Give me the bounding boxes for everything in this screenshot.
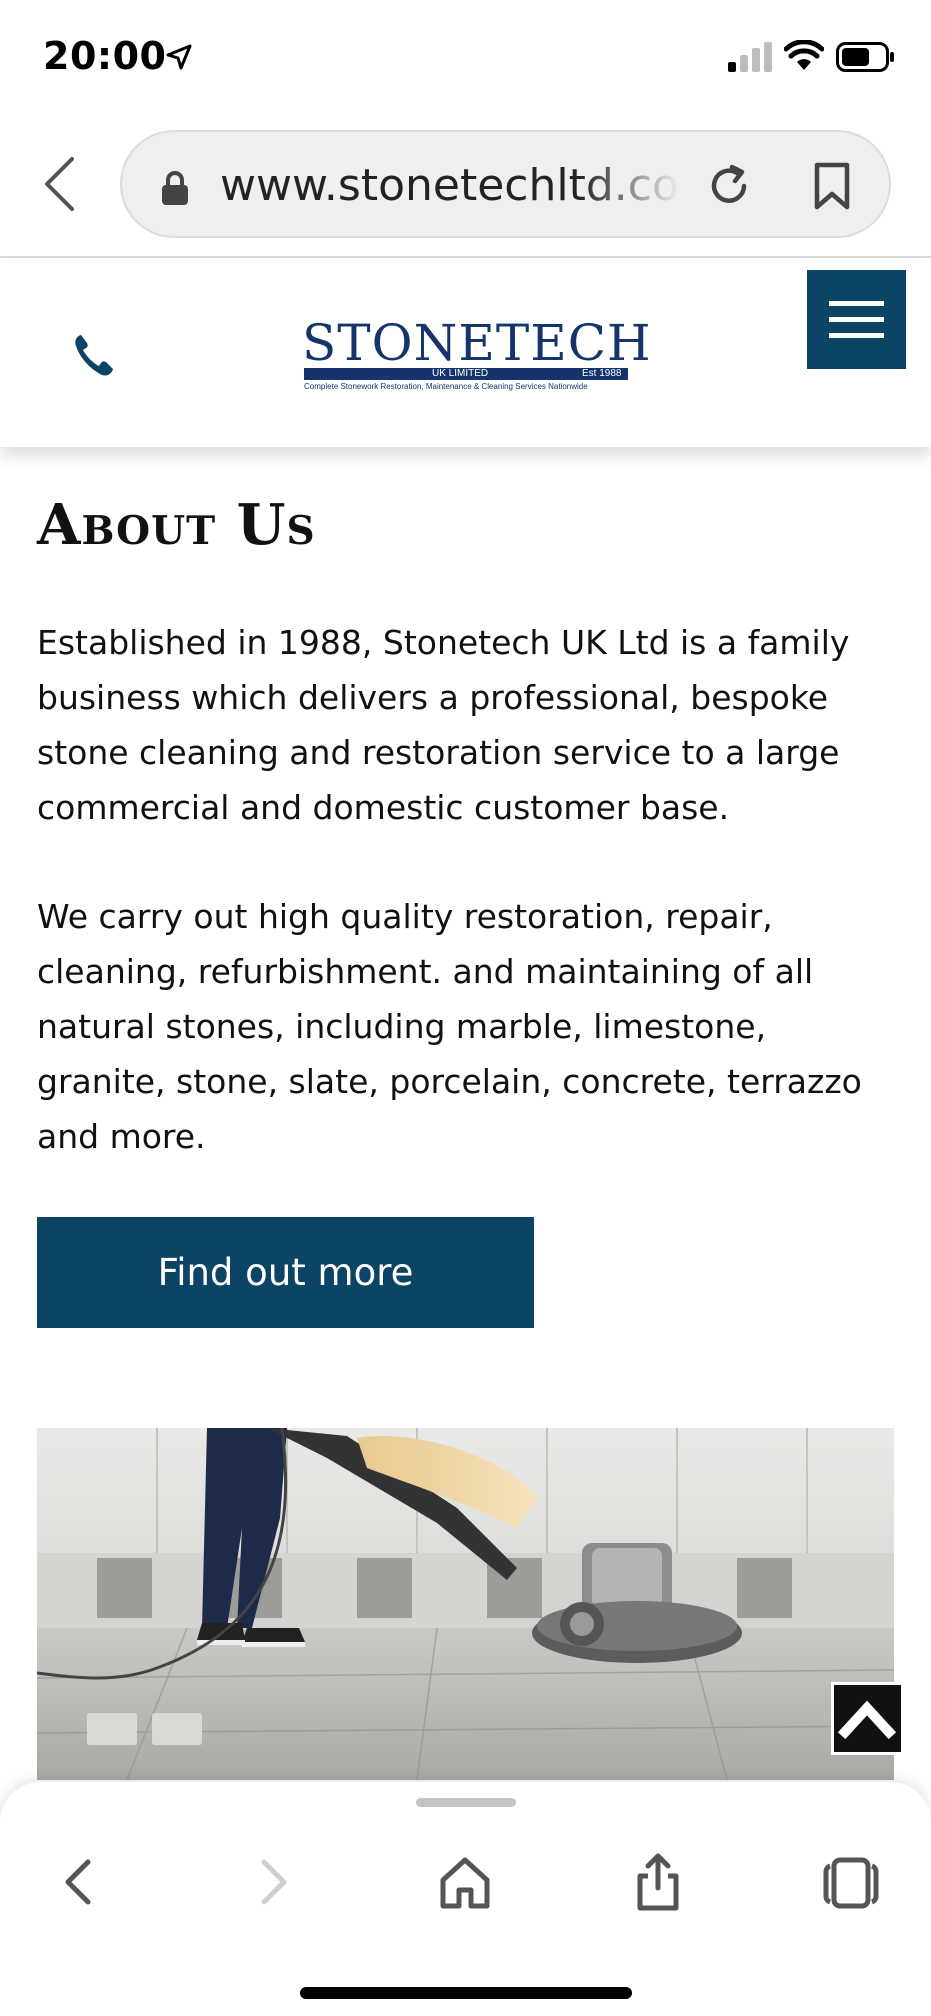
scroll-to-top-button[interactable]	[831, 1682, 904, 1755]
find-out-more-button[interactable]: Find out more	[37, 1217, 534, 1328]
battery-icon	[836, 42, 894, 72]
reload-icon[interactable]	[707, 164, 751, 208]
signal-icon	[728, 42, 772, 72]
lock-icon	[162, 171, 188, 205]
status-time: 20:00	[43, 34, 167, 78]
forward-icon	[261, 1859, 287, 1905]
status-bar: 20:00	[0, 0, 931, 115]
page-title: About Us	[37, 492, 316, 558]
share-icon[interactable]	[628, 1852, 688, 1912]
home-icon[interactable]	[435, 1852, 495, 1912]
stonetech-logo[interactable]: STONETECH UK LIMITED Est 1988 Complete S…	[302, 314, 652, 392]
url-field[interactable]: www.stonetechltd.com	[120, 130, 891, 238]
home-indicator[interactable]	[300, 1987, 632, 1999]
hamburger-menu-button[interactable]	[807, 270, 906, 369]
browser-bottom-toolbar	[0, 1782, 931, 2016]
logo-wordmark: STONETECH	[302, 314, 652, 372]
logo-est: Est 1988	[582, 368, 622, 379]
logo-uk-limited: UK LIMITED	[432, 368, 489, 379]
site-header: STONETECH UK LIMITED Est 1988 Complete S…	[0, 260, 931, 447]
url-text: www.stonetechltd.com	[220, 160, 680, 211]
about-paragraph-2: We carry out high quality restoration, r…	[37, 897, 862, 1156]
location-arrow-icon	[166, 44, 192, 70]
about-paragraph-1: Established in 1988, Stonetech UK Ltd is…	[37, 623, 850, 827]
tabs-icon[interactable]	[820, 1852, 880, 1912]
browser-address-bar: www.stonetechltd.com	[0, 115, 931, 258]
browser-back-arrow-icon[interactable]	[42, 155, 76, 213]
floor-polishing-photo	[37, 1428, 894, 1780]
bookmark-icon[interactable]	[812, 162, 852, 210]
sheet-grabber[interactable]	[416, 1798, 516, 1807]
logo-tagline: Complete Stonework Restoration, Maintena…	[304, 382, 588, 391]
chevron-up-icon	[837, 1700, 897, 1740]
back-icon[interactable]	[50, 1852, 110, 1912]
wifi-icon	[784, 40, 824, 70]
phone-icon[interactable]	[72, 332, 116, 378]
